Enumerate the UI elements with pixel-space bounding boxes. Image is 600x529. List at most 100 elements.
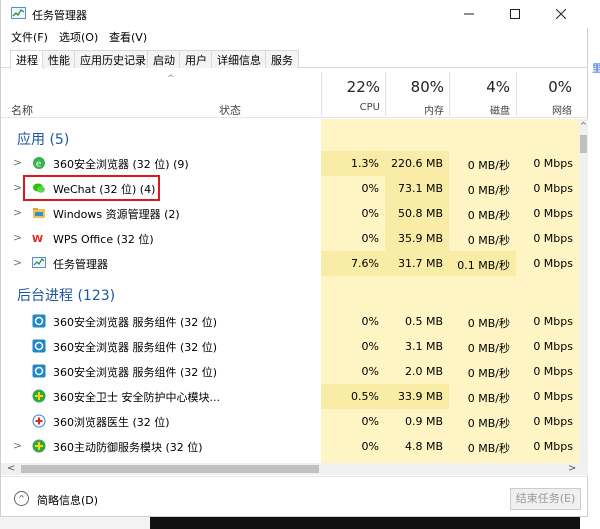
horizontal-scrollbar[interactable]: < > (1, 463, 588, 475)
disk-value: 0 MB/秒 (449, 434, 516, 459)
disk-value: 0 MB/秒 (449, 201, 516, 226)
cpu-value: 0% (321, 226, 385, 251)
maximize-icon (510, 9, 520, 19)
expand-chevron-icon[interactable]: > (13, 231, 22, 244)
360-guard-icon (32, 389, 46, 403)
background-text: 里 (592, 64, 600, 75)
tab-users[interactable]: 用户 (179, 50, 213, 68)
process-row[interactable]: 360浏览器医生 (32 位) 0% 0.9 MB 0 MB/秒 0 Mbps (1, 409, 579, 434)
process-name: 360安全浏览器 服务组件 (32 位) (53, 341, 218, 354)
background-strip-bottom (0, 517, 150, 529)
expand-chevron-icon[interactable]: > (13, 439, 22, 452)
memory-value: 0.9 MB (385, 409, 449, 434)
column-name[interactable]: 名称 (11, 102, 33, 118)
title-bar[interactable]: 任务管理器 (1, 0, 588, 28)
close-icon (556, 9, 566, 19)
network-value: 0 Mbps (516, 201, 579, 226)
menu-view[interactable]: 查看(V) (109, 29, 147, 45)
browser-doctor-icon (32, 414, 46, 428)
process-row[interactable]: > W WPS Office (32 位) 0% 35.9 MB 0 MB/秒 … (1, 226, 579, 251)
scroll-up-icon[interactable]: ^ (579, 121, 588, 130)
network-value: 0 Mbps (516, 384, 579, 409)
svg-text:W: W (32, 234, 43, 245)
explorer-folder-icon (33, 208, 45, 218)
task-manager-app-icon (11, 7, 26, 19)
scroll-right-icon[interactable]: > (568, 463, 576, 474)
column-memory[interactable]: 内存 (384, 102, 444, 117)
vertical-scroll-thumb[interactable] (580, 135, 587, 153)
process-row[interactable]: > 360主动防御服务模块 (32 位) 0% 4.8 MB 0 MB/秒 0 … (1, 434, 579, 459)
process-name: 360安全浏览器 (32 位) (9) (53, 158, 189, 171)
network-value: 0 Mbps (516, 151, 579, 176)
column-cpu[interactable]: CPU (320, 102, 380, 113)
disk-value: 0 MB/秒 (449, 151, 516, 176)
background-strip (588, 0, 600, 529)
group-background-header[interactable]: 后台进程 (123) (17, 285, 115, 305)
disk-value: 0 MB/秒 (449, 334, 516, 359)
vertical-scrollbar[interactable]: ^ (579, 119, 588, 463)
network-value: 0 Mbps (516, 176, 579, 201)
memory-percent[interactable]: 80% (384, 78, 444, 96)
tab-app-history[interactable]: 应用历史记录 (74, 50, 152, 68)
disk-value: 0 MB/秒 (449, 309, 516, 334)
network-value: 0 Mbps (516, 359, 579, 384)
process-name: WPS Office (32 位) (53, 233, 154, 246)
fewer-details-link[interactable]: 简略信息(D) (37, 492, 98, 508)
expand-chevron-icon[interactable]: > (13, 256, 22, 269)
end-task-button[interactable]: 结束任务(E) (510, 488, 581, 510)
cpu-value: 0% (321, 334, 385, 359)
tab-startup[interactable]: 启动 (147, 50, 181, 68)
memory-value: 31.7 MB (385, 251, 449, 276)
column-header: ^ 名称 状态 22% CPU 80% 内存 4% 磁盘 0% 网络 (1, 68, 588, 118)
close-button[interactable] (538, 0, 584, 28)
expand-chevron-icon[interactable]: > (13, 181, 22, 194)
window-title: 任务管理器 (32, 9, 87, 22)
column-disk[interactable]: 磁盘 (450, 102, 510, 117)
process-row[interactable]: 360安全浏览器 服务组件 (32 位) 0% 0.5 MB 0 MB/秒 0 … (1, 309, 579, 334)
process-row[interactable]: 360安全卫士 安全防护中心模块... 0.5% 33.9 MB 0 MB/秒 … (1, 384, 579, 409)
disk-percent[interactable]: 4% (450, 78, 510, 96)
process-row[interactable]: > e 360安全浏览器 (32 位) (9) 1.3% 220.6 MB 0 … (1, 151, 579, 176)
cpu-percent[interactable]: 22% (320, 78, 380, 96)
network-value: 0 Mbps (516, 409, 579, 434)
column-status[interactable]: 状态 (219, 102, 241, 118)
tab-details[interactable]: 详细信息 (211, 50, 267, 68)
process-row[interactable]: > 任务管理器 7.6% 31.7 MB 0.1 MB/秒 0 Mbps (1, 251, 579, 276)
network-value: 0 Mbps (516, 434, 579, 459)
group-apps-header[interactable]: 应用 (5) (17, 129, 69, 149)
minimize-button[interactable] (446, 0, 492, 28)
menu-bar: 文件(F) 选项(O) 查看(V) (1, 28, 588, 46)
memory-value: 3.1 MB (385, 334, 449, 359)
process-row[interactable]: > Windows 资源管理器 (2) 0% 50.8 MB 0 MB/秒 0 … (1, 201, 579, 226)
tab-services[interactable]: 服务 (265, 50, 299, 68)
360-service-icon (32, 314, 46, 328)
process-row[interactable]: 360安全浏览器 服务组件 (32 位) 0% 3.1 MB 0 MB/秒 0 … (1, 334, 579, 359)
memory-value: 4.8 MB (385, 434, 449, 459)
horizontal-scroll-thumb[interactable] (21, 465, 319, 473)
network-percent[interactable]: 0% (512, 78, 572, 96)
process-name: 360浏览器医生 (32 位) (53, 416, 170, 429)
chevron-up-circle-icon[interactable]: ^ (14, 491, 29, 506)
cpu-value: 0% (321, 201, 385, 226)
maximize-button[interactable] (492, 0, 538, 28)
expand-chevron-icon[interactable]: > (13, 206, 22, 219)
process-row[interactable]: 360安全浏览器 服务组件 (32 位) 0% 2.0 MB 0 MB/秒 0 … (1, 359, 579, 384)
scroll-left-icon[interactable]: < (7, 463, 15, 474)
sort-up-icon[interactable]: ^ (167, 74, 175, 84)
task-manager-icon (32, 257, 46, 268)
cpu-value: 0% (321, 409, 385, 434)
cpu-value: 0% (321, 309, 385, 334)
menu-options[interactable]: 选项(O) (59, 29, 98, 45)
expand-chevron-icon[interactable]: > (13, 156, 22, 169)
memory-value: 73.1 MB (385, 176, 449, 201)
network-value: 0 Mbps (516, 334, 579, 359)
wps-icon: W (32, 234, 43, 245)
column-network[interactable]: 网络 (512, 102, 572, 117)
memory-value: 35.9 MB (385, 226, 449, 251)
360-service-icon (32, 339, 46, 353)
menu-file[interactable]: 文件(F) (11, 29, 48, 45)
tab-performance[interactable]: 性能 (42, 50, 76, 68)
cpu-value: 1.3% (321, 151, 385, 176)
process-name: 360安全卫士 安全防护中心模块... (53, 391, 220, 404)
tab-processes[interactable]: 进程 (10, 50, 44, 69)
